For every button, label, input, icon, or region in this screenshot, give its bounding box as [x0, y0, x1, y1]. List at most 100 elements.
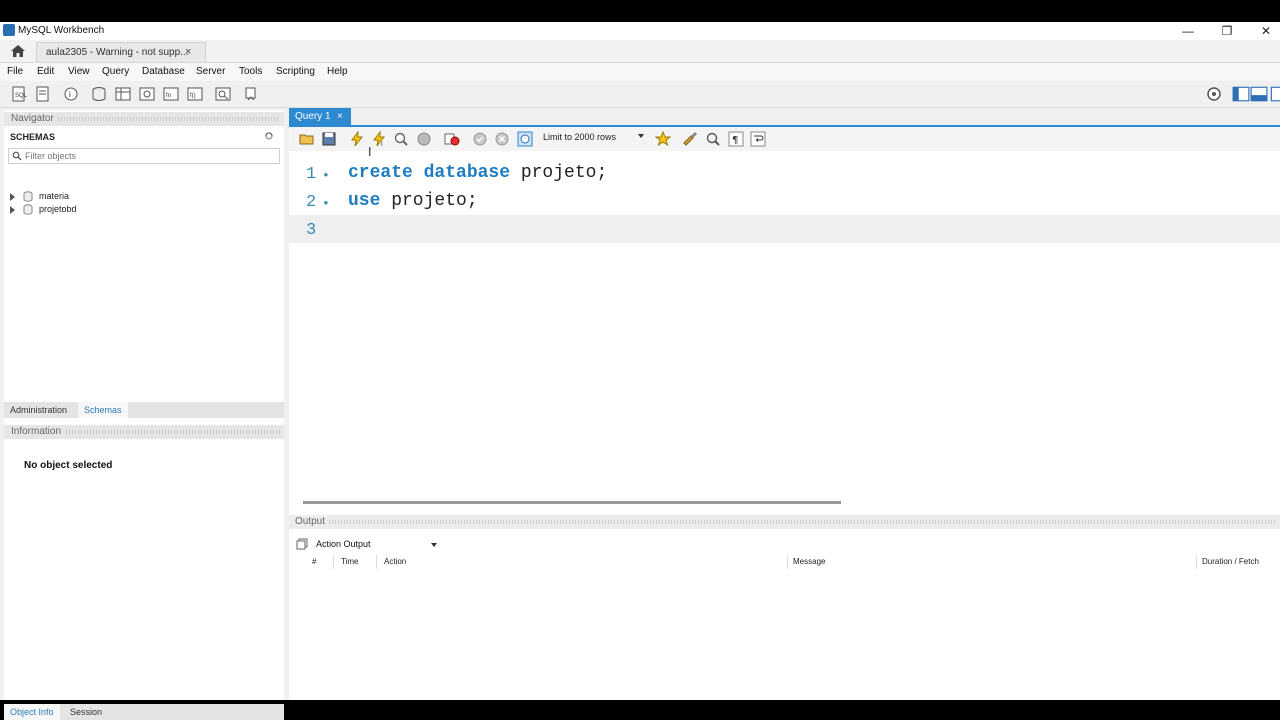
tab-schemas[interactable]: Schemas [78, 402, 128, 418]
code-text: create database projeto; [348, 163, 607, 183]
line-number: 1 [306, 165, 317, 184]
query-tab[interactable]: Query 1 × [289, 108, 351, 125]
menu-tools[interactable]: Tools [239, 66, 262, 77]
open-sql-script-icon[interactable] [34, 85, 52, 103]
column-divider[interactable] [787, 555, 788, 569]
search-icon [12, 151, 22, 161]
query-toolbar: I Limit to 2000 rows ¶ [289, 125, 1280, 151]
toggle-output-area-icon[interactable] [1250, 85, 1268, 103]
menu-server[interactable]: Server [196, 66, 225, 77]
auto-commit-toggle-icon[interactable] [517, 131, 533, 147]
explain-magnifier-icon[interactable] [393, 131, 409, 147]
minimize-button[interactable]: — [1168, 23, 1208, 39]
navigator-header: Navigator [4, 112, 284, 126]
settings-gear-icon[interactable] [1205, 85, 1223, 103]
menu-help[interactable]: Help [327, 66, 348, 77]
save-icon[interactable] [321, 131, 337, 147]
column-divider[interactable] [1196, 555, 1197, 569]
svg-text:i: i [69, 90, 71, 99]
column-header-time[interactable]: Time [341, 557, 358, 566]
editor-line[interactable]: 1 • create database projeto; [289, 159, 1280, 187]
create-schema-icon[interactable] [90, 85, 108, 103]
column-header-message[interactable]: Message [793, 557, 825, 566]
create-function-icon[interactable]: f() [186, 85, 204, 103]
main-toolbar: SQL i fn f() [0, 81, 1280, 108]
word-wrap-icon[interactable] [750, 131, 766, 147]
editor-line-current[interactable]: 3 [289, 215, 1280, 243]
menu-database[interactable]: Database [142, 66, 185, 77]
commit-icon[interactable] [472, 131, 488, 147]
text-cursor-icon: I [368, 145, 372, 159]
column-divider[interactable] [333, 555, 334, 569]
find-replace-magnifier-icon[interactable] [705, 131, 721, 147]
create-table-icon[interactable] [114, 85, 132, 103]
svg-text:¶: ¶ [732, 135, 738, 146]
beautify-brush-icon[interactable] [682, 131, 698, 147]
reconnect-icon[interactable] [242, 85, 260, 103]
query-area: Query 1 × I Limit to 2000 rows ¶ 1 • cre… [289, 108, 1280, 700]
window-title: MySQL Workbench [18, 25, 105, 36]
open-file-icon[interactable] [299, 131, 315, 147]
close-query-tab-icon[interactable]: × [337, 111, 343, 122]
add-snippet-star-icon[interactable] [654, 130, 672, 147]
navigator-tabs: Administration Schemas [4, 402, 284, 418]
information-header-label: Information [11, 426, 62, 437]
connection-tab[interactable]: aula2305 - Warning - not supp... × [36, 42, 206, 62]
query-tab-label: Query 1 [295, 111, 331, 122]
tab-object-info[interactable]: Object Info [4, 704, 60, 720]
menu-view[interactable]: View [68, 66, 90, 77]
copy-icon[interactable] [296, 538, 308, 550]
inspect-icon[interactable]: i [62, 85, 80, 103]
menu-query[interactable]: Query [102, 66, 129, 77]
information-tabs: Object Info Session [4, 704, 284, 720]
menu-file[interactable]: File [7, 66, 23, 77]
output-type-select[interactable]: Action Output [316, 539, 371, 549]
sql-keyword: create database [348, 163, 511, 183]
invisible-characters-icon[interactable]: ¶ [728, 131, 744, 147]
search-table-data-icon[interactable] [214, 85, 232, 103]
column-header-action[interactable]: Action [384, 557, 406, 566]
editor-line[interactable]: 2 • use projeto; [289, 187, 1280, 215]
sql-text: projeto; [380, 191, 478, 211]
svg-text:SQL: SQL [15, 93, 28, 99]
toggle-sidebar-icon[interactable] [1232, 85, 1250, 103]
toggle-secondary-sidebar-icon[interactable] [1268, 85, 1280, 103]
output-header-label: Output [295, 516, 326, 527]
connection-tab-label: aula2305 - Warning - not supp... [46, 47, 189, 58]
column-header-number[interactable]: # [312, 557, 316, 566]
tab-session[interactable]: Session [64, 704, 108, 720]
close-connection-tab-icon[interactable]: × [185, 46, 191, 58]
limit-rows-select[interactable]: Limit to 2000 rows [543, 132, 644, 146]
new-sql-tab-icon[interactable]: SQL [10, 85, 28, 103]
expand-arrow-icon[interactable] [10, 206, 15, 214]
stop-icon[interactable] [416, 131, 432, 147]
create-procedure-icon[interactable]: fn [162, 85, 180, 103]
home-icon[interactable] [10, 43, 26, 59]
restore-button[interactable]: ❐ [1207, 23, 1247, 39]
column-divider[interactable] [376, 555, 377, 569]
schema-name: materia [39, 191, 70, 201]
tab-administration[interactable]: Administration [4, 402, 73, 418]
editor-horizontal-scrollbar[interactable] [303, 501, 841, 504]
execute-lightning-icon[interactable] [349, 130, 365, 147]
menu-edit[interactable]: Edit [37, 66, 54, 77]
chevron-down-icon[interactable] [431, 543, 437, 547]
execute-current-lightning-icon[interactable]: I [371, 130, 387, 148]
output-column-headers: # Time Action Message Duration / Fetch [303, 555, 1280, 569]
output-header: Output [289, 515, 1280, 529]
column-header-duration[interactable]: Duration / Fetch [1202, 557, 1259, 566]
toggle-continue-on-error-icon[interactable] [444, 131, 460, 147]
close-window-button[interactable]: ✕ [1246, 23, 1280, 39]
filter-objects-input[interactable] [25, 149, 275, 162]
filter-objects-field[interactable] [8, 148, 280, 164]
menu-scripting[interactable]: Scripting [276, 66, 315, 77]
create-view-icon[interactable] [138, 85, 156, 103]
line-number: 2 [306, 193, 317, 212]
chevron-down-icon [638, 134, 644, 138]
expand-arrow-icon[interactable] [10, 193, 15, 201]
rollback-icon[interactable] [494, 131, 510, 147]
refresh-schemas-icon[interactable] [264, 131, 274, 141]
sql-editor[interactable]: 1 • create database projeto; 2 • use pro… [289, 151, 1280, 495]
information-header: Information [4, 425, 284, 439]
schema-name: projetobd [39, 204, 77, 214]
